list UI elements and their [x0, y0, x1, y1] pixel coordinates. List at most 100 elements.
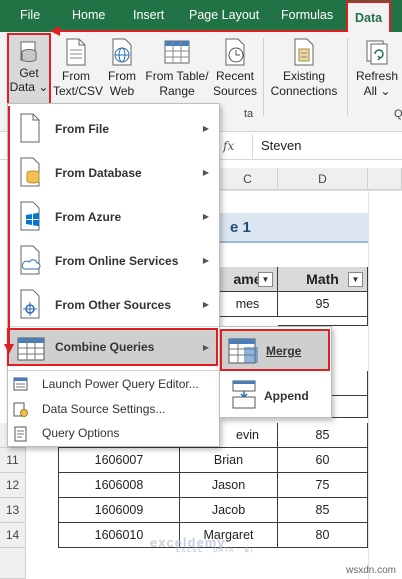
cell-name[interactable]: mes	[218, 292, 278, 317]
from-web-label1: From	[108, 69, 136, 83]
column-header-d[interactable]: D	[278, 168, 368, 190]
watermark-logo: exceldemy EXCEL · DATA · BI	[150, 535, 254, 554]
cell-math[interactable]: 85	[278, 498, 368, 523]
refresh-all-label1: Refresh	[355, 69, 399, 83]
guide-arrow-head-icon	[4, 344, 14, 354]
menu-separator	[9, 326, 219, 327]
from-text-csv-button[interactable]: From Text/CSV	[53, 38, 104, 99]
header-name-cell[interactable]: ame ▼	[218, 267, 278, 292]
cell-math[interactable]	[278, 317, 368, 326]
menu-item-combine-queries[interactable]: Combine Queries ▶	[7, 328, 218, 366]
menu-item-data-source-settings[interactable]: Data Source Settings...	[9, 397, 219, 421]
recent-clock-icon	[225, 38, 245, 66]
power-query-editor-icon	[13, 377, 28, 391]
submenu-item-append[interactable]: Append	[221, 376, 329, 416]
guide-arrow-line	[8, 106, 10, 344]
cell-name[interactable]: Jason	[180, 473, 278, 498]
settings-gear-icon	[13, 402, 28, 417]
header-math-label: Math	[306, 271, 339, 287]
row-number[interactable]	[0, 548, 26, 579]
cell-name[interactable]: evin	[218, 423, 278, 448]
fx-icon[interactable]: fx	[223, 139, 234, 153]
menu-item-label: Data Source Settings...	[42, 402, 166, 416]
formula-input[interactable]: Steven	[252, 134, 402, 158]
menu-item-from-file[interactable]: From File ▶	[9, 108, 219, 150]
cell-math[interactable]: 85	[278, 423, 368, 448]
tab-home[interactable]: Home	[72, 0, 105, 32]
recent-sources-button[interactable]: Recent Sources	[212, 38, 258, 99]
from-text-csv-label2: Text/CSV	[53, 84, 104, 98]
gridline	[218, 190, 402, 191]
row-number[interactable]: 14	[0, 523, 26, 548]
cell-id[interactable]: 1606007	[58, 448, 180, 473]
append-icon	[232, 380, 256, 409]
recent-sources-label1: Recent	[215, 69, 255, 83]
cell-math[interactable]	[332, 396, 368, 418]
header-math-cell[interactable]: Math ▼	[278, 267, 368, 292]
tab-data[interactable]: Data	[346, 1, 392, 32]
submenu-item-label: Merge	[266, 344, 302, 358]
row-number[interactable]: 12	[0, 473, 26, 498]
menu-item-from-azure[interactable]: From Azure ▶	[9, 196, 219, 238]
cell-math[interactable]: 75	[278, 473, 368, 498]
cell-id[interactable]: 1606009	[58, 498, 180, 523]
menu-item-label: Combine Queries	[55, 340, 155, 354]
submenu-arrow-icon: ▶	[202, 212, 209, 221]
submenu-item-merge[interactable]: Merge	[220, 329, 330, 371]
submenu-arrow-icon: ▶	[202, 343, 209, 352]
from-table-range-button[interactable]: From Table/ Range	[144, 38, 210, 99]
row-number[interactable]: 13	[0, 498, 26, 523]
existing-connections-button[interactable]: Existing Connections	[268, 38, 340, 99]
cell-id[interactable]: 1606008	[58, 473, 180, 498]
menu-item-from-other-sources[interactable]: From Other Sources ▶	[9, 284, 219, 326]
filter-dropdown-icon[interactable]: ▼	[258, 272, 273, 287]
menu-item-label: From Azure	[55, 210, 122, 224]
recent-sources-label2: Sources	[212, 84, 258, 98]
cell-math[interactable]: 60	[278, 448, 368, 473]
menu-item-query-options[interactable]: Query Options	[9, 421, 219, 445]
from-web-button[interactable]: From Web	[104, 38, 140, 99]
menu-item-launch-power-query-editor[interactable]: Launch Power Query Editor...	[9, 372, 219, 396]
group-label-get-transform: ta	[244, 108, 254, 120]
file-icon	[20, 113, 40, 143]
refresh-icon	[366, 40, 388, 65]
row-number[interactable]: 11	[0, 448, 26, 473]
azure-windows-icon	[20, 201, 40, 231]
tab-page-layout[interactable]: Page Layout	[189, 0, 259, 32]
refresh-all-button[interactable]: Refresh All ⌄	[353, 38, 401, 99]
site-watermark: wsxdn.com	[345, 565, 396, 576]
menu-item-from-online-services[interactable]: From Online Services ▶	[9, 240, 219, 282]
other-sources-icon	[20, 289, 40, 319]
tab-formulas[interactable]: Formulas	[281, 0, 333, 32]
chevron-down-icon: ⌄	[380, 84, 391, 98]
group-label-queries: Q	[394, 108, 402, 120]
get-data-button[interactable]: Get Data ⌄	[7, 33, 51, 105]
cell-math[interactable]: 80	[278, 523, 368, 548]
menu-item-from-database[interactable]: From Database ▶	[9, 152, 219, 194]
chevron-down-icon: ⌄	[38, 80, 49, 94]
cell-name[interactable]: Jacob	[180, 498, 278, 523]
cloud-icon	[20, 245, 41, 275]
from-text-csv-label1: From	[62, 69, 90, 83]
menu-item-label: From Online Services	[55, 254, 179, 268]
submenu-arrow-icon: ▶	[202, 168, 209, 177]
column-header-c[interactable]: C	[218, 168, 278, 190]
cell-math[interactable]: 95	[278, 292, 368, 317]
gridline	[368, 190, 369, 579]
cell-math[interactable]	[332, 371, 368, 396]
column-header-e[interactable]	[368, 168, 402, 190]
menu-item-label: From Other Sources	[55, 298, 172, 312]
menu-separator	[9, 370, 219, 371]
submenu-arrow-icon: ▶	[202, 300, 209, 309]
submenu-item-label: Append	[264, 389, 309, 403]
table-title: e 1	[218, 213, 368, 243]
cell-name[interactable]: Brian	[180, 448, 278, 473]
group-separator	[347, 38, 348, 116]
tab-file[interactable]: File	[20, 0, 40, 32]
filter-dropdown-icon[interactable]: ▼	[348, 272, 363, 287]
web-globe-icon	[112, 38, 132, 66]
tab-insert[interactable]: Insert	[133, 0, 164, 32]
guide-arrow-line	[58, 30, 348, 32]
table-icon	[164, 40, 190, 64]
merge-icon	[228, 338, 258, 364]
